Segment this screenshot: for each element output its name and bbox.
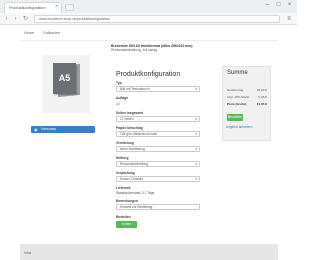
breadcrumb: Home Faltkarten [24, 29, 274, 37]
cover-paper-select[interactable]: 135 g/m² Bilderdruck matt ▾ [116, 131, 200, 137]
packaging-select-value: Karton 1 Ansicht [120, 177, 144, 181]
chevron-down-icon: ▾ [195, 162, 197, 166]
quantity-value[interactable]: 10 [116, 102, 120, 106]
new-tab-button[interactable] [65, 4, 74, 11]
cover-paper-select-value: 135 g/m² Bilderdruck matt [120, 132, 157, 136]
breadcrumb-category[interactable]: Faltkarten [43, 31, 60, 35]
request-quote-link[interactable]: Angebot anfordern [226, 125, 252, 129]
close-icon[interactable]: × [285, 2, 294, 9]
field-label-packaging: Verpackung [116, 171, 135, 175]
eye-icon: ◉ [34, 127, 38, 132]
summary-row-label: zzgl. 19% MwSt. [227, 95, 250, 99]
product-subtitle: Rückenstichheftung, 4/4-farbig [111, 48, 157, 53]
browser-toolbar: ‹ › ↻ www.druckerei-shop.de/produktkonfi… [0, 13, 297, 25]
chevron-down-icon: ▾ [195, 132, 197, 136]
reload-icon[interactable]: ↻ [22, 15, 29, 23]
summary-row-total: Preis (brutto) 41,65 € [227, 102, 267, 106]
browser-tab-bar: Produktkonfiguration × – □ × [0, 0, 297, 13]
summary-row-label: Nettobetrag [227, 88, 244, 92]
type-select-value: Bild mit Textumbruch [120, 87, 150, 91]
browser-tab[interactable]: Produktkonfiguration × [4, 2, 62, 13]
preview-button-label: Vorschau [41, 127, 56, 131]
type-select[interactable]: Bild mit Textumbruch ▾ [116, 86, 200, 92]
field-label-type: Typ [116, 81, 122, 85]
divider [20, 40, 278, 41]
minimize-icon[interactable]: – [263, 2, 272, 9]
order-button[interactable]: Bestellen [227, 114, 243, 121]
chevron-down-icon: ▾ [195, 177, 197, 181]
binding-select[interactable]: Rückenstichheftung ▾ [116, 161, 200, 167]
note-input-value: Hinweis zur Bestellung [120, 205, 153, 209]
preview-button[interactable]: ◉ Vorschau [31, 126, 95, 133]
tab-title: Produktkonfiguration [9, 5, 46, 10]
packaging-select[interactable]: Karton 1 Ansicht ▾ [116, 176, 200, 182]
field-label-finishing: Veredelung [116, 141, 134, 145]
chevron-down-icon: ▾ [195, 117, 197, 121]
address-bar[interactable]: www.druckerei-shop.de/produktkonfigurati… [34, 15, 280, 23]
finishing-select-value: keine Veredelung [120, 147, 145, 151]
menu-icon[interactable]: ≡ [285, 15, 293, 23]
tab-close-icon[interactable]: × [55, 3, 58, 12]
field-label-delivery: Lieferzeit [116, 186, 131, 190]
summary-row-value: 35,00 € [256, 88, 267, 92]
delivery-value: Standardversand, 3-7 Tage [116, 191, 155, 195]
add-to-cart-button[interactable]: In den Warenkorb [116, 221, 137, 233]
footer [20, 244, 278, 260]
pages-select-value: 12 Seiten [120, 117, 134, 121]
maximize-icon[interactable]: □ [274, 2, 283, 9]
chevron-down-icon: ▾ [195, 87, 197, 91]
back-icon[interactable]: ‹ [3, 15, 10, 23]
breadcrumb-home[interactable]: Home [24, 31, 34, 35]
note-input[interactable]: Hinweis zur Bestellung [116, 204, 200, 210]
pages-select[interactable]: 12 Seiten ▾ [116, 116, 200, 122]
field-label-binding: Heftung [116, 156, 129, 160]
paper-format-label: A5 [53, 63, 76, 94]
forward-icon[interactable]: › [12, 15, 19, 23]
page: Produktkonfiguration × – □ × ‹ › ↻ www.d… [0, 0, 297, 260]
footer-text: Infos [24, 251, 32, 255]
summary-row-label: Preis (brutto) [227, 102, 247, 106]
field-label-quantity: Auflage [116, 96, 129, 100]
summary-title: Summe [227, 70, 248, 76]
config-title: Produktkonfiguration [116, 71, 181, 78]
chevron-down-icon: ▾ [195, 147, 197, 151]
summary-row-net: Nettobetrag 35,00 € [227, 88, 267, 92]
finishing-select[interactable]: keine Veredelung ▾ [116, 146, 200, 152]
binding-select-value: Rückenstichheftung [120, 162, 148, 166]
summary-row-value: 41,65 € [256, 102, 267, 106]
field-label-pages: Seiten insgesamt [116, 111, 144, 115]
summary-row-value: 6,65 € [258, 95, 267, 99]
summary-row-tax: zzgl. 19% MwSt. 6,65 € [227, 95, 267, 99]
product-header: Broschüre DIN A5 Hochformat (offen 296x2… [111, 44, 221, 52]
field-label-cover-paper: Papier Umschlag [116, 126, 143, 130]
field-label-order: Bestellen [116, 215, 131, 219]
field-label-note: Bemerkungen [116, 199, 138, 203]
